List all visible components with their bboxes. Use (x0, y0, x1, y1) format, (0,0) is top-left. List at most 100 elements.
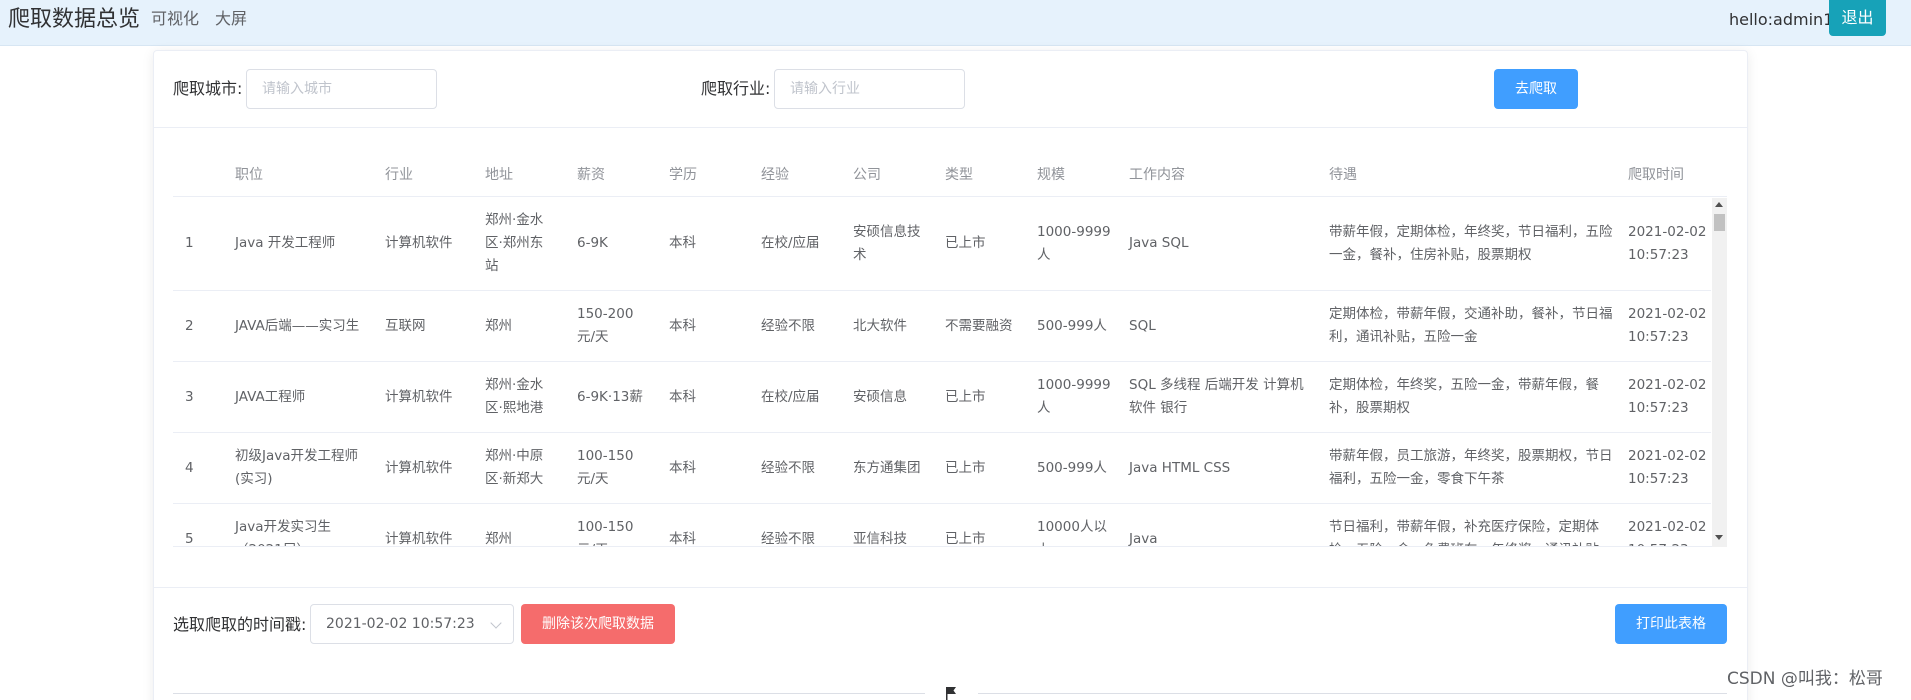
cell-company: 亚信科技 (853, 531, 907, 547)
cell-type: 已上市 (945, 460, 986, 476)
nav-link-visualize[interactable]: 可视化 (151, 9, 199, 29)
table-row[interactable]: 1 Java 开发工程师 计算机软件 郑州·金水区·郑州东站 6-9K 本科 在… (173, 197, 1711, 291)
cell-scale: 500-999人 (1037, 460, 1107, 476)
header-industry: 行业 (385, 167, 413, 183)
cell-content: SQL 多线程 后端开发 计算机软件 银行 (1129, 377, 1304, 416)
cell-experience: 经验不限 (761, 318, 815, 334)
cell-benefits: 节日福利，带薪年假，补充医疗保险，定期体检，五险一金，免费班车，年终奖，通讯补贴 (1329, 519, 1599, 546)
print-table-button[interactable]: 打印此表格 (1615, 604, 1727, 644)
industry-input[interactable]: 请输入行业 (774, 69, 965, 109)
cell-position: 初级Java开发工程师(实习) (235, 448, 359, 487)
cell-position: JAVA工程师 (235, 389, 306, 405)
cell-scale: 1000-9999人 (1037, 377, 1111, 416)
cell-content: Java HTML CSS (1129, 460, 1231, 476)
cell-industry: 计算机软件 (385, 389, 453, 405)
logout-button[interactable]: 退出 (1829, 0, 1886, 36)
city-input[interactable]: 请输入城市 (246, 69, 437, 109)
cell-scale: 1000-9999人 (1037, 224, 1111, 263)
city-label: 爬取城市: (173, 79, 243, 98)
header-education: 学历 (669, 167, 697, 183)
brand-title[interactable]: 爬取数据总览 (8, 6, 140, 34)
user-greeting: hello:admin1 (1729, 10, 1834, 29)
cell-scale: 10000人以上 (1037, 519, 1107, 546)
table-row[interactable]: 5 Java开发实习生（2021届） 计算机软件 郑州 100-150元/天 本… (173, 504, 1711, 547)
scrollbar-thumb[interactable] (1714, 214, 1725, 231)
cell-address: 郑州·中原区·新郑大 (485, 448, 544, 487)
cell-index: 3 (185, 389, 194, 405)
cell-salary: 6-9K·13薪 (577, 389, 643, 405)
cell-type: 已上市 (945, 531, 986, 547)
crawl-button[interactable]: 去爬取 (1494, 69, 1578, 109)
divider (154, 127, 1747, 128)
cell-scale: 500-999人 (1037, 318, 1107, 334)
cell-type: 已上市 (945, 235, 986, 251)
header-experience: 经验 (761, 167, 789, 183)
cell-benefits: 带薪年假，定期体检，年终奖，节日福利，五险一金，餐补，住房补贴，股票期权 (1329, 224, 1613, 263)
cell-experience: 经验不限 (761, 531, 815, 547)
scroll-down-arrow-icon[interactable] (1715, 535, 1723, 540)
cell-company: 安硕信息技术 (853, 224, 921, 263)
cell-education: 本科 (669, 318, 696, 334)
header-time: 爬取时间 (1628, 167, 1684, 183)
cell-experience: 在校/应届 (761, 235, 820, 251)
cell-position: Java 开发工程师 (235, 235, 336, 251)
table-header: 职位 行业 地址 薪资 学历 经验 公司 类型 规模 工作内容 待遇 爬取时间 (173, 153, 1727, 197)
cell-education: 本科 (669, 389, 696, 405)
delete-crawl-button[interactable]: 删除该次爬取数据 (521, 604, 675, 644)
cell-benefits: 带薪年假，员工旅游，年终奖，股票期权，节日福利，五险一金，零食下午茶 (1329, 448, 1613, 487)
cell-type: 不需要融资 (945, 318, 1013, 334)
cell-type: 已上市 (945, 389, 986, 405)
watermark: CSDN @叫我：松哥 (1727, 669, 1883, 689)
industry-label: 爬取行业: (701, 79, 771, 98)
flag-icon (946, 687, 956, 700)
cell-salary: 100-150元/天 (577, 448, 634, 487)
cell-time: 2021-02-02 10:57:23 (1628, 377, 1707, 416)
cell-time: 2021-02-02 10:57:23 (1628, 306, 1707, 345)
header-benefits: 待遇 (1329, 167, 1357, 183)
cell-company: 北大软件 (853, 318, 907, 334)
cell-time: 2021-02-02 10:57:23 (1628, 448, 1707, 487)
table-scrollbar[interactable] (1712, 198, 1727, 547)
divider (154, 587, 1747, 588)
table-row[interactable]: 3 JAVA工程师 计算机软件 郑州·金水区·熙地港 6-9K·13薪 本科 在… (173, 362, 1711, 433)
divider (173, 693, 925, 694)
cell-industry: 计算机软件 (385, 531, 453, 547)
cell-education: 本科 (669, 460, 696, 476)
cell-address: 郑州·金水区·郑州东站 (485, 212, 544, 274)
cell-experience: 在校/应届 (761, 389, 820, 405)
table-row[interactable]: 4 初级Java开发工程师(实习) 计算机软件 郑州·中原区·新郑大 100-1… (173, 433, 1711, 504)
cell-address: 郑州·金水区·熙地港 (485, 377, 544, 416)
cell-content: SQL (1129, 318, 1156, 334)
cell-company: 东方通集团 (853, 460, 921, 476)
cell-content: Java SQL (1129, 235, 1189, 251)
cell-index: 5 (185, 531, 194, 547)
cell-industry: 互联网 (385, 318, 426, 334)
table-row[interactable]: 2 JAVA后端——实习生 互联网 郑州 150-200元/天 本科 经验不限 … (173, 291, 1711, 362)
cell-address: 郑州 (485, 531, 512, 547)
cell-experience: 经验不限 (761, 460, 815, 476)
cell-education: 本科 (669, 531, 696, 547)
scroll-up-arrow-icon[interactable] (1715, 202, 1723, 207)
cell-index: 1 (185, 235, 194, 251)
cell-salary: 100-150元/天 (577, 519, 634, 546)
cell-industry: 计算机软件 (385, 460, 453, 476)
header-company: 公司 (853, 167, 881, 183)
cell-salary: 150-200元/天 (577, 306, 634, 345)
table-body[interactable]: 1 Java 开发工程师 计算机软件 郑州·金水区·郑州东站 6-9K 本科 在… (173, 197, 1727, 547)
timestamp-select[interactable]: 2021-02-02 10:57:23 (310, 604, 514, 644)
cell-time: 2021-02-02 10:57:23 (1628, 224, 1707, 263)
header-type: 类型 (945, 167, 973, 183)
timestamp-label: 选取爬取的时间戳: (173, 615, 307, 634)
nav-link-bigscreen[interactable]: 大屏 (215, 9, 247, 29)
cell-benefits: 定期体检，年终奖，五险一金，带薪年假，餐补，股票期权 (1329, 377, 1599, 416)
header-content: 工作内容 (1129, 167, 1185, 183)
cell-index: 4 (185, 460, 194, 476)
cell-salary: 6-9K (577, 235, 608, 251)
cell-education: 本科 (669, 235, 696, 251)
header-address: 地址 (485, 167, 513, 183)
cell-index: 2 (185, 318, 194, 334)
cell-industry: 计算机软件 (385, 235, 453, 251)
divider (978, 693, 1727, 694)
top-navbar: 爬取数据总览 可视化 大屏 hello:admin1 退出 (0, 0, 1911, 46)
cell-position: Java开发实习生（2021届） (235, 519, 332, 546)
